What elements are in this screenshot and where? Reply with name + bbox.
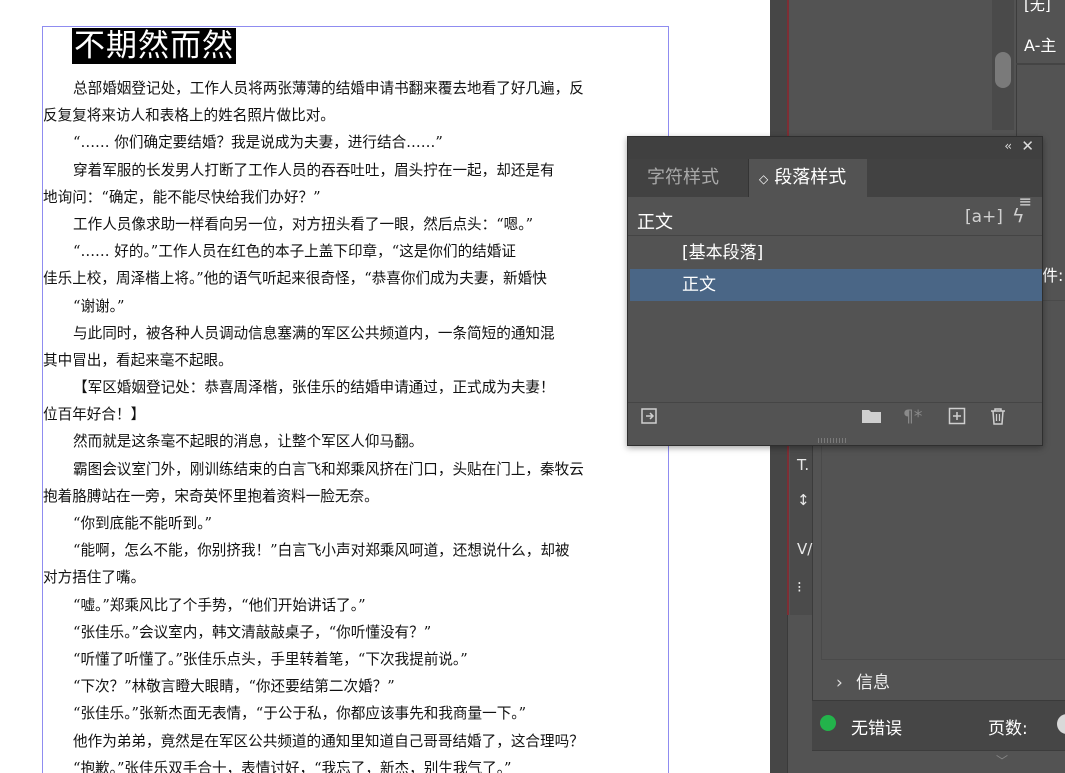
body-text-line[interactable]: “下次？”林敬言瞪大眼睛，“你还要结第二次婚？” bbox=[43, 673, 669, 700]
load-styles-icon[interactable] bbox=[640, 407, 660, 430]
type-tool-icon[interactable]: T. bbox=[797, 456, 809, 474]
document-body-text[interactable]: 总部婚姻登记处，工作人员将两张薄薄的结婚申请书翻来覆去地看了好几遍，反 反复复将来… bbox=[43, 75, 669, 773]
document-title[interactable]: 不期然而然 bbox=[72, 28, 236, 64]
body-text-line[interactable]: “听懂了听懂了。”张佳乐点头，手里转着笔，“下次我提前说。” bbox=[43, 646, 669, 673]
body-text-line[interactable]: 然而就是这条毫不起眼的消息，让整个军区人仰马翻。 bbox=[43, 428, 669, 455]
plus-square-icon[interactable] bbox=[948, 407, 966, 430]
bracket-a-plus-icon[interactable]: [a+] bbox=[965, 207, 1003, 227]
body-text-line[interactable]: 佳乐上校，周泽楷上将。”他的语气听起来很奇怪，“恭喜你们成为夫妻，新婚快 bbox=[43, 265, 669, 292]
trash-icon[interactable] bbox=[989, 407, 1007, 430]
body-text-line[interactable]: 位百年好合！】 bbox=[43, 401, 669, 428]
pages-panel-divider bbox=[1016, 63, 1065, 65]
tab-paragraph-styles[interactable]: ◇ 段落样式 bbox=[749, 159, 867, 197]
page-count-label: 页数: bbox=[988, 719, 1028, 739]
folder-icon[interactable] bbox=[861, 407, 883, 430]
panel-bottom-bar bbox=[812, 750, 1065, 773]
a-master-label[interactable]: A-主 bbox=[1024, 32, 1056, 56]
chevron-right-icon: › bbox=[836, 673, 843, 693]
baseline-shift-icon[interactable]: ⁝ bbox=[797, 578, 802, 596]
body-text-line[interactable]: 抱着胳膊站在一旁，宋奇英怀里抱着资料一脸无奈。 bbox=[43, 483, 669, 510]
body-text-line[interactable]: 与此同时，被各种人员调动信息塞满的军区公共频道内，一条简短的通知混 bbox=[43, 320, 669, 347]
properties-field-label: 件: bbox=[1042, 266, 1064, 285]
double-chevron-left-icon[interactable]: ‹‹ bbox=[1004, 139, 1011, 153]
kerning-icon[interactable]: V/ bbox=[797, 540, 812, 558]
close-icon[interactable]: ✕ bbox=[1021, 137, 1034, 155]
body-text-line[interactable]: 穿着军服的长发男人打断了工作人员的吞吞吐吐，眉头拧在一起，却还是有 bbox=[43, 157, 669, 184]
body-text-line[interactable]: “能啊，怎么不能，你别挤我！”白言飞小声对郑乘风呵道，还想说什么，却被 bbox=[43, 537, 669, 564]
body-text-line[interactable]: 地询问：“确定，能不能尽快给我们办好？” bbox=[43, 184, 669, 211]
tab-paragraph-styles-label: 段落样式 bbox=[774, 167, 847, 188]
chevron-down-icon[interactable]: ﹀ bbox=[996, 752, 1008, 769]
vertical-scale-icon[interactable]: ↕ bbox=[797, 491, 810, 509]
lightning-icon[interactable]: ϟ bbox=[1012, 205, 1025, 227]
body-text-line[interactable]: “张佳乐。”张新杰面无表情，“于公于私，你都应该事先和我商量一下。” bbox=[43, 700, 669, 727]
panel-footer bbox=[628, 402, 1042, 436]
tab-character-styles[interactable]: 字符样式 bbox=[637, 159, 749, 197]
style-item-basic-paragraph[interactable]: [基本段落] bbox=[630, 237, 1042, 269]
body-text-line[interactable]: “张佳乐。”会议室内，韩文清敲敲桌子，“你听懂没有？” bbox=[43, 619, 669, 646]
tab-character-styles-label: 字符样式 bbox=[647, 167, 719, 188]
body-text-line[interactable]: “你到底能不能听到。” bbox=[43, 510, 669, 537]
status-ok-icon bbox=[820, 715, 836, 731]
body-text-line[interactable]: 他作为弟弟，竟然是在军区公共频道的通知里知道自己哥哥结婚了，这合理吗？ bbox=[43, 728, 669, 755]
body-text-line[interactable]: 总部婚姻登记处，工作人员将两张薄薄的结婚申请书翻来覆去地看了好几遍，反 bbox=[43, 75, 669, 102]
panel-scrollbar-thumb[interactable] bbox=[995, 52, 1011, 88]
body-text-line[interactable]: 对方捂住了嘴。 bbox=[43, 564, 669, 591]
panel-resize-grip[interactable] bbox=[818, 438, 848, 443]
body-text-line[interactable]: “…… 你们确定要结婚？我是说成为夫妻，进行结合……” bbox=[43, 129, 669, 156]
body-text-line[interactable]: “…… 好的。”工作人员在红色的本子上盖下印章，“这是你们的结婚证 bbox=[43, 238, 669, 265]
body-text-line[interactable]: 工作人员像求助一样看向另一位，对方扭头看了一眼，然后点头：“嗯。” bbox=[43, 211, 669, 238]
body-text-line[interactable]: “谢谢。” bbox=[43, 293, 669, 320]
panel-divider bbox=[628, 235, 1042, 236]
body-text-line[interactable]: 【军区婚姻登记处：恭喜周泽楷，张佳乐的结婚申请通过，正式成为夫妻！ bbox=[43, 374, 669, 401]
paragraph-styles-panel: ‹‹ ✕ 字符样式 ◇ 段落样式 ≡ 正文 [a+] ϟ [基本段落] 正文 ¶* bbox=[627, 136, 1043, 446]
pilcrow-clear-icon[interactable]: ¶* bbox=[903, 407, 922, 427]
tab-stepper-icon: ◇ bbox=[759, 172, 769, 186]
none-master-label[interactable]: [无] bbox=[1024, 0, 1051, 15]
body-text-line[interactable]: 其中冒出，看起来毫不起眼。 bbox=[43, 347, 669, 374]
body-text-line[interactable]: “抱歉。”张佳乐双手合十，表情讨好，“我忘了，新杰，别生我气了。” bbox=[43, 755, 669, 773]
body-text-line[interactable]: “嘘。”郑乘风比了个手势，“他们开始讲话了。” bbox=[43, 592, 669, 619]
preflight-status-text: 无错误 bbox=[851, 719, 902, 739]
style-list: [基本段落] 正文 bbox=[630, 237, 1042, 301]
style-item-body-text[interactable]: 正文 bbox=[630, 269, 1042, 301]
panel-titlebar[interactable]: ‹‹ ✕ bbox=[628, 137, 1042, 159]
current-style-name: 正文 bbox=[637, 212, 673, 233]
body-text-line[interactable]: 反复复将来访人和表格上的姓名照片做比对。 bbox=[43, 102, 669, 129]
info-section-toggle[interactable]: › 信息 bbox=[836, 668, 890, 693]
info-label: 信息 bbox=[856, 673, 890, 693]
panel-tab-bar: 字符样式 ◇ 段落样式 ≡ bbox=[628, 159, 1042, 211]
body-text-line[interactable]: 霸图会议室门外，刚训练结束的白言飞和郑乘风挤在门口，头贴在门上，秦牧云 bbox=[43, 456, 669, 483]
